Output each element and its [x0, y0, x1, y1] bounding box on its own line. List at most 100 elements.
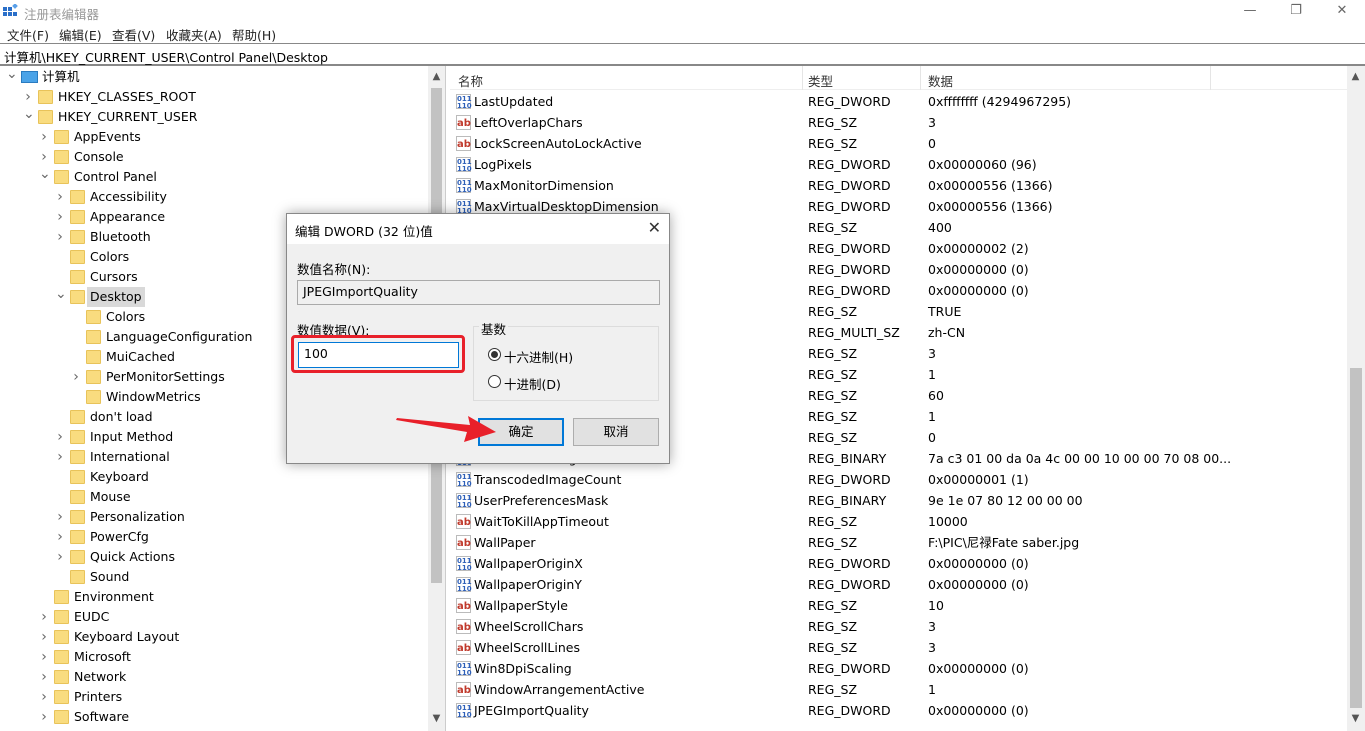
column-divider[interactable] [920, 66, 921, 90]
column-divider[interactable] [1210, 66, 1211, 90]
tree-node[interactable]: ⌄ HKEY_CURRENT_USER [0, 107, 428, 127]
hex-radio[interactable] [488, 348, 501, 361]
value-name: TranscodedImageCount [474, 472, 622, 487]
value-row[interactable]: ab LeftOverlapChars REG_SZ 3 [450, 112, 1347, 133]
value-row[interactable]: 011 110 LastUpdated REG_DWORD 0xffffffff (42… [450, 91, 1347, 112]
column-name[interactable]: 名称 [458, 71, 483, 90]
value-row[interactable]: 011 110 MaxMonitorDimension REG_DWORD 0x0000… [450, 175, 1347, 196]
close-button[interactable]: ✕ [1319, 0, 1365, 22]
chevron-right-icon[interactable]: › [55, 187, 65, 207]
folder-icon [70, 230, 85, 244]
binary-value-icon: 011110 [456, 493, 472, 509]
list-scrollbar[interactable]: ▲ ▼ [1347, 66, 1365, 731]
value-row[interactable]: 011 110 JPEGImportQuality REG_DWORD 0x000000… [450, 700, 1347, 721]
value-row[interactable]: ab WindowArrangementActive REG_SZ 1 [450, 679, 1347, 700]
value-row[interactable]: ab WallpaperStyle REG_SZ 10 [450, 595, 1347, 616]
tree-node[interactable]: › EUDC [0, 607, 428, 627]
tree-node[interactable]: › Accessibility [0, 187, 428, 207]
value-type: REG_BINARY [808, 451, 887, 466]
chevron-right-icon[interactable]: › [23, 87, 33, 107]
folder-icon [38, 90, 53, 104]
tree-node[interactable]: Sound [0, 567, 428, 587]
menu-help[interactable]: 帮助(H) [232, 25, 276, 44]
tree-node[interactable]: › Printers [0, 687, 428, 707]
tree-node[interactable]: › Keyboard Layout [0, 627, 428, 647]
chevron-right-icon[interactable]: › [39, 147, 49, 167]
tree-node-label: Input Method [90, 429, 174, 444]
chevron-right-icon[interactable]: › [55, 527, 65, 547]
tree-node[interactable]: › Personalization [0, 507, 428, 527]
chevron-right-icon[interactable]: › [39, 607, 49, 627]
list-scroll-thumb[interactable] [1350, 368, 1362, 708]
tree-node[interactable]: › AppEvents [0, 127, 428, 147]
column-type[interactable]: 类型 [808, 71, 833, 90]
tree-node[interactable]: › Microsoft [0, 647, 428, 667]
value-row[interactable]: ab LockScreenAutoLockActive REG_SZ 0 [450, 133, 1347, 154]
chevron-right-icon[interactable]: › [55, 547, 65, 567]
value-name: LeftOverlapChars [474, 115, 583, 130]
menu-view[interactable]: 查看(V) [112, 25, 155, 44]
menu-file[interactable]: 文件(F) [7, 25, 49, 44]
chevron-right-icon[interactable]: › [55, 427, 65, 447]
string-value-icon: ab [456, 682, 471, 697]
tree-node[interactable]: › Quick Actions [0, 547, 428, 567]
chevron-right-icon[interactable]: › [39, 127, 49, 147]
value-name: WheelScrollChars [474, 619, 584, 634]
tree-node[interactable]: Keyboard [0, 467, 428, 487]
tree-node[interactable]: ⌄ Control Panel [0, 167, 428, 187]
scroll-down-icon[interactable]: ▼ [428, 710, 445, 727]
value-row[interactable]: ab WheelScrollChars REG_SZ 3 [450, 616, 1347, 637]
scroll-up-icon[interactable]: ▲ [428, 68, 445, 85]
chevron-right-icon[interactable]: › [39, 627, 49, 647]
cancel-button[interactable]: 取消 [573, 418, 659, 446]
value-row[interactable]: ab WheelScrollLines REG_SZ 3 [450, 637, 1347, 658]
scroll-up-icon[interactable]: ▲ [1347, 68, 1364, 85]
menu-favorites[interactable]: 收藏夹(A) [166, 25, 222, 44]
tree-node[interactable]: › Console [0, 147, 428, 167]
chevron-right-icon[interactable]: › [39, 647, 49, 667]
value-row[interactable]: 011 110 WallpaperOriginX REG_DWORD 0x0000000… [450, 553, 1347, 574]
chevron-right-icon[interactable]: › [39, 667, 49, 687]
value-type: REG_SZ [808, 430, 858, 445]
scroll-down-icon[interactable]: ▼ [1347, 710, 1364, 727]
chevron-right-icon[interactable]: › [39, 707, 49, 727]
chevron-right-icon[interactable]: › [71, 367, 81, 387]
value-data: 0x00000002 (2) [928, 241, 1029, 256]
folder-icon [70, 530, 85, 544]
folder-icon [70, 570, 85, 584]
value-row[interactable]: ab WallPaper REG_SZ F:\PIC\尼禄Fate saber.jpg [450, 532, 1347, 553]
restore-button[interactable]: ❐ [1273, 0, 1319, 22]
dec-radio[interactable] [488, 375, 501, 388]
value-row[interactable]: 011 110 WallpaperOriginY REG_DWORD 0x0000000… [450, 574, 1347, 595]
tree-node[interactable]: ⌄ 计算机 [0, 67, 428, 87]
tree-node[interactable]: › HKEY_CLASSES_ROOT [0, 87, 428, 107]
menu-edit[interactable]: 编辑(E) [59, 25, 102, 44]
chevron-down-icon[interactable]: ⌄ [23, 107, 35, 127]
tree-node[interactable]: Mouse [0, 487, 428, 507]
tree-node[interactable]: Environment [0, 587, 428, 607]
value-row[interactable]: 011 110 Win8DpiScaling REG_DWORD 0x00000000 … [450, 658, 1347, 679]
value-row[interactable]: 011 110 LogPixels REG_DWORD 0x00000060 (96) [450, 154, 1347, 175]
tree-node[interactable]: › Network [0, 667, 428, 687]
dialog-close-icon[interactable]: ✕ [648, 218, 661, 237]
hex-label[interactable]: 十六进制(H) [504, 347, 573, 366]
value-row[interactable]: ab WaitToKillAppTimeout REG_SZ 10000 [450, 511, 1347, 532]
chevron-right-icon[interactable]: › [39, 687, 49, 707]
chevron-down-icon[interactable]: ⌄ [6, 67, 18, 87]
chevron-right-icon[interactable]: › [55, 447, 65, 467]
chevron-right-icon[interactable]: › [55, 227, 65, 247]
address-bar[interactable]: 计算机\HKEY_CURRENT_USER\Control Panel\Desk… [0, 43, 1365, 66]
chevron-down-icon[interactable]: ⌄ [39, 167, 51, 187]
value-row[interactable]: 011 110 TranscodedImageCount REG_DWORD 0x000… [450, 469, 1347, 490]
tree-node[interactable]: › PowerCfg [0, 527, 428, 547]
chevron-right-icon[interactable]: › [55, 507, 65, 527]
tree-node-label: HKEY_CURRENT_USER [58, 109, 198, 124]
chevron-right-icon[interactable]: › [55, 207, 65, 227]
column-divider[interactable] [802, 66, 803, 90]
dec-label[interactable]: 十进制(D) [504, 374, 561, 393]
tree-node[interactable]: › Software [0, 707, 428, 727]
chevron-down-icon[interactable]: ⌄ [55, 287, 67, 307]
minimize-button[interactable]: — [1227, 0, 1273, 22]
value-row[interactable]: 011 110 UserPreferencesMask REG_BINARY 9e 1e… [450, 490, 1347, 511]
column-data[interactable]: 数据 [928, 71, 953, 90]
